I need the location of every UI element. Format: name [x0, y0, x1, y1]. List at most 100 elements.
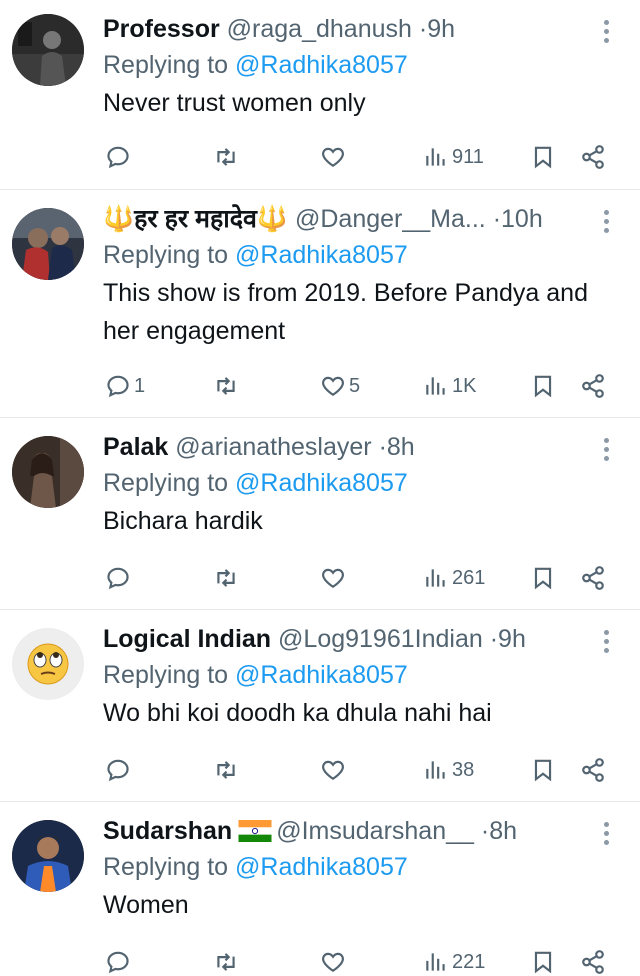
retweet-button[interactable] — [213, 558, 242, 598]
views-icon — [426, 761, 445, 779]
replying-prefix: Replying to — [103, 469, 229, 497]
tweet-3[interactable]: Palak @arianatheslayer ·8h Replying to @… — [0, 418, 640, 610]
timestamp[interactable]: 8h — [489, 817, 517, 845]
timestamp[interactable]: 9h — [498, 625, 526, 653]
separator-dot: · — [480, 817, 490, 845]
like-button[interactable] — [320, 137, 349, 177]
bookmark-button[interactable] — [530, 558, 556, 598]
author-name[interactable]: 🔱हर हर महादेव🔱 — [103, 205, 288, 233]
bookmark-icon — [534, 759, 552, 782]
bookmark-button[interactable] — [530, 366, 556, 406]
like-button[interactable] — [320, 942, 349, 976]
share-button[interactable] — [580, 137, 606, 177]
author-handle[interactable]: @raga_dhanush — [227, 15, 412, 43]
avatar[interactable] — [12, 628, 84, 700]
reply-button[interactable]: 1 — [105, 366, 145, 406]
more-icon[interactable] — [604, 210, 610, 236]
retweet-button[interactable] — [213, 366, 242, 406]
tweet-2[interactable]: 🔱हर हर महादेव🔱 @Danger__Ma... ·10h Reply… — [0, 190, 640, 418]
replying-mention[interactable]: @Radhika8057 — [235, 241, 408, 269]
more-icon[interactable] — [604, 630, 610, 656]
like-button[interactable] — [320, 558, 349, 598]
author-name[interactable]: Logical Indian — [103, 625, 271, 653]
bookmark-button[interactable] — [530, 137, 556, 177]
bookmark-icon — [534, 375, 552, 398]
retweet-button[interactable] — [213, 137, 242, 177]
views-icon — [426, 569, 445, 587]
timestamp[interactable]: 8h — [387, 433, 415, 461]
replying-mention[interactable]: @Radhika8057 — [235, 469, 408, 497]
avatar-image — [12, 14, 84, 86]
author-name[interactable]: Palak — [103, 433, 168, 461]
timestamp[interactable]: 9h — [427, 15, 455, 43]
reply-count: 1 — [134, 374, 146, 397]
avatar-image — [12, 208, 84, 280]
author-handle[interactable]: @arianatheslayer — [175, 433, 371, 461]
views-icon — [426, 953, 445, 971]
share-button[interactable] — [580, 558, 606, 598]
author-handle[interactable]: @Danger__Ma... — [295, 205, 486, 233]
retweet-button[interactable] — [213, 750, 242, 790]
share-button[interactable] — [580, 942, 606, 976]
more-icon[interactable] — [604, 438, 610, 464]
bookmark-icon — [534, 951, 552, 974]
action-bar: 261 — [0, 558, 640, 598]
share-icon — [582, 566, 604, 590]
avatar[interactable] — [12, 436, 84, 508]
tweet-text: Wo bhi koi doodh ka dhula nahi hai — [103, 699, 492, 727]
replying-mention[interactable]: @Radhika8057 — [235, 853, 408, 881]
retweet-button[interactable] — [213, 942, 242, 976]
tweet-4[interactable]: Logical Indian @Log91961Indian ·9h Reply… — [0, 610, 640, 802]
action-bar: 221 — [0, 942, 640, 976]
views-count: 38 — [452, 758, 475, 781]
tweet-content: 🔱हर हर महादेव🔱 @Danger__Ma... ·10h Reply… — [103, 202, 590, 350]
avatar-image — [12, 820, 84, 892]
views-count: 911 — [452, 145, 484, 168]
author-handle[interactable]: @Log91961Indian — [278, 625, 483, 653]
timestamp[interactable]: 10h — [501, 205, 543, 233]
views-button[interactable]: 261 — [423, 558, 485, 598]
tweet-text: Never trust women only — [103, 89, 366, 117]
reply-button[interactable] — [105, 750, 134, 790]
views-button[interactable]: 221 — [423, 942, 485, 976]
eye-roll-emoji-icon — [12, 628, 84, 700]
avatar[interactable] — [12, 208, 84, 280]
more-icon[interactable] — [604, 822, 610, 848]
more-icon[interactable] — [604, 20, 610, 46]
share-button[interactable] — [580, 366, 606, 406]
like-button[interactable] — [320, 750, 349, 790]
replying-mention[interactable]: @Radhika8057 — [235, 661, 408, 689]
reply-button[interactable] — [105, 137, 134, 177]
like-button[interactable]: 5 — [320, 366, 360, 406]
share-button[interactable] — [580, 750, 606, 790]
reply-icon — [107, 759, 129, 782]
author-name[interactable]: Sudarshan — [103, 817, 232, 845]
tweet-5[interactable]: Sudarshan @Imsudarshan__ ·8h Replying to … — [0, 802, 640, 976]
tweet-content: Professor @raga_dhanush ·9h Replying to … — [103, 12, 590, 122]
bookmark-button[interactable] — [530, 942, 556, 976]
tweet-content: Logical Indian @Log91961Indian ·9h Reply… — [103, 622, 590, 732]
separator-dot: · — [489, 625, 499, 653]
avatar-image — [12, 436, 84, 508]
share-icon — [582, 145, 604, 169]
avatar[interactable] — [12, 820, 84, 892]
tweet-1[interactable]: Professor @raga_dhanush ·9h Replying to … — [0, 0, 640, 190]
bookmark-button[interactable] — [530, 750, 556, 790]
views-button[interactable]: 1K — [423, 366, 476, 406]
action-bar: 911 — [0, 137, 640, 177]
views-button[interactable]: 38 — [423, 750, 474, 790]
replying-mention[interactable]: @Radhika8057 — [235, 51, 408, 79]
author-handle[interactable]: @Imsudarshan__ — [276, 817, 474, 845]
views-button[interactable]: 911 — [423, 137, 484, 177]
reply-button[interactable] — [105, 942, 134, 976]
replying-to: Replying to @Radhika8057 — [103, 464, 590, 502]
like-icon — [322, 376, 344, 396]
author-name[interactable]: Professor — [103, 15, 220, 43]
share-icon — [582, 950, 604, 974]
reply-button[interactable] — [105, 558, 134, 598]
bookmark-icon — [534, 567, 552, 590]
separator-dot: · — [492, 205, 502, 233]
retweet-icon — [217, 148, 235, 166]
retweet-icon — [217, 569, 235, 587]
avatar[interactable] — [12, 14, 84, 86]
